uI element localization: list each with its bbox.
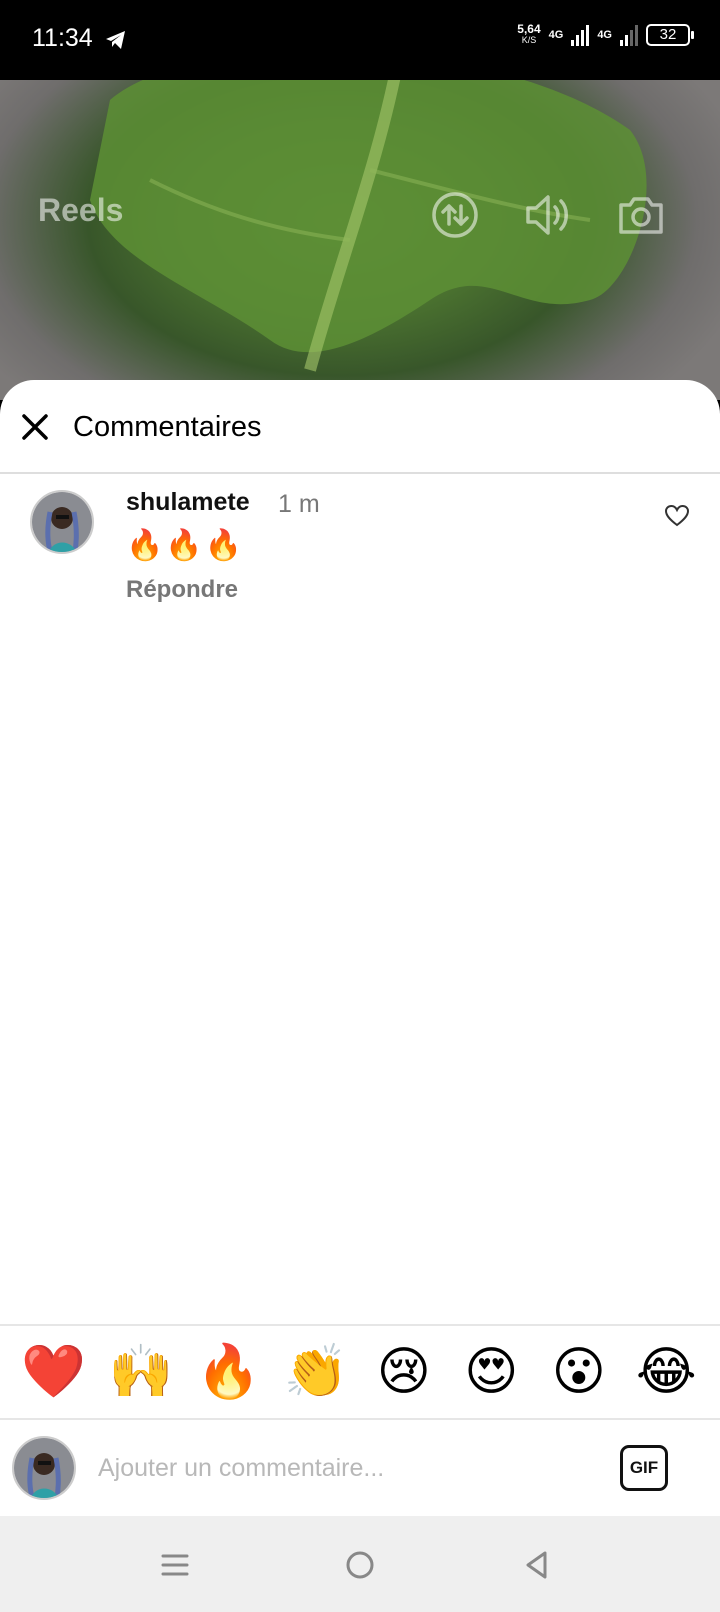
home-circle-icon[interactable] bbox=[343, 1548, 377, 1582]
emoji-crying[interactable]: 😢 bbox=[369, 1342, 439, 1402]
comment-time: 1 m bbox=[278, 490, 320, 518]
emoji-heart-eyes[interactable]: 😍 bbox=[456, 1342, 526, 1402]
back-icon[interactable] bbox=[520, 1548, 554, 1582]
avatar-image bbox=[14, 1438, 74, 1498]
emoji-heart[interactable]: ❤️ bbox=[19, 1342, 89, 1402]
close-icon[interactable] bbox=[20, 412, 50, 442]
reply-button[interactable]: Répondre bbox=[126, 576, 238, 604]
comment-input[interactable] bbox=[98, 1446, 588, 1490]
comment-username[interactable]: shulamete bbox=[126, 488, 250, 517]
telegram-icon bbox=[106, 31, 125, 49]
emoji-surprised[interactable]: 😮 bbox=[544, 1342, 614, 1402]
camera-icon[interactable] bbox=[616, 190, 666, 240]
video-leaf-image bbox=[90, 80, 647, 372]
emoji-clap[interactable]: 👏 bbox=[281, 1342, 351, 1402]
sheet-header: Commentaires bbox=[0, 380, 720, 474]
avatar-image bbox=[32, 492, 92, 552]
signal-icon bbox=[571, 24, 590, 46]
sheet-title: Commentaires bbox=[73, 411, 262, 443]
battery-indicator: 32 bbox=[646, 24, 694, 46]
emoji-reaction-bar: ❤️ 🙌 🔥 👏 😢 😍 😮 😂 bbox=[0, 1324, 720, 1420]
reel-video[interactable]: Reels bbox=[0, 80, 720, 400]
network-type-2: 4G bbox=[597, 28, 612, 41]
emoji-raised-hands[interactable]: 🙌 bbox=[106, 1342, 176, 1402]
comment-text: 🔥🔥🔥 bbox=[126, 529, 245, 562]
network-speed: 5,64 K/S bbox=[517, 22, 541, 45]
status-bar: 11:34 5,64 K/S 4G 4G 32 bbox=[0, 0, 720, 80]
speaker-icon[interactable] bbox=[522, 190, 572, 240]
system-nav-bar bbox=[0, 1516, 720, 1612]
gif-button[interactable]: GIF bbox=[620, 1445, 668, 1491]
comment-composer: GIF bbox=[0, 1422, 720, 1516]
heart-icon[interactable] bbox=[664, 503, 690, 529]
comment-item: shulamete 1 m 🔥🔥🔥 Répondre bbox=[0, 488, 720, 610]
menu-icon[interactable] bbox=[158, 1548, 192, 1582]
avatar[interactable] bbox=[30, 490, 94, 554]
comments-sheet: Commentaires shulamete 1 m 🔥🔥🔥 Répondre … bbox=[0, 380, 720, 1516]
network-type-1: 4G bbox=[548, 28, 564, 41]
emoji-fire[interactable]: 🔥 bbox=[194, 1342, 264, 1402]
status-right: 5,64 K/S 4G 4G 32 bbox=[517, 22, 694, 46]
switch-icon[interactable] bbox=[430, 190, 480, 240]
reels-title: Reels bbox=[38, 192, 124, 228]
my-avatar bbox=[12, 1436, 76, 1500]
emoji-laughing[interactable]: 😂 bbox=[631, 1342, 701, 1402]
status-time: 11:34 bbox=[32, 24, 93, 52]
signal-icon-2 bbox=[620, 24, 638, 46]
